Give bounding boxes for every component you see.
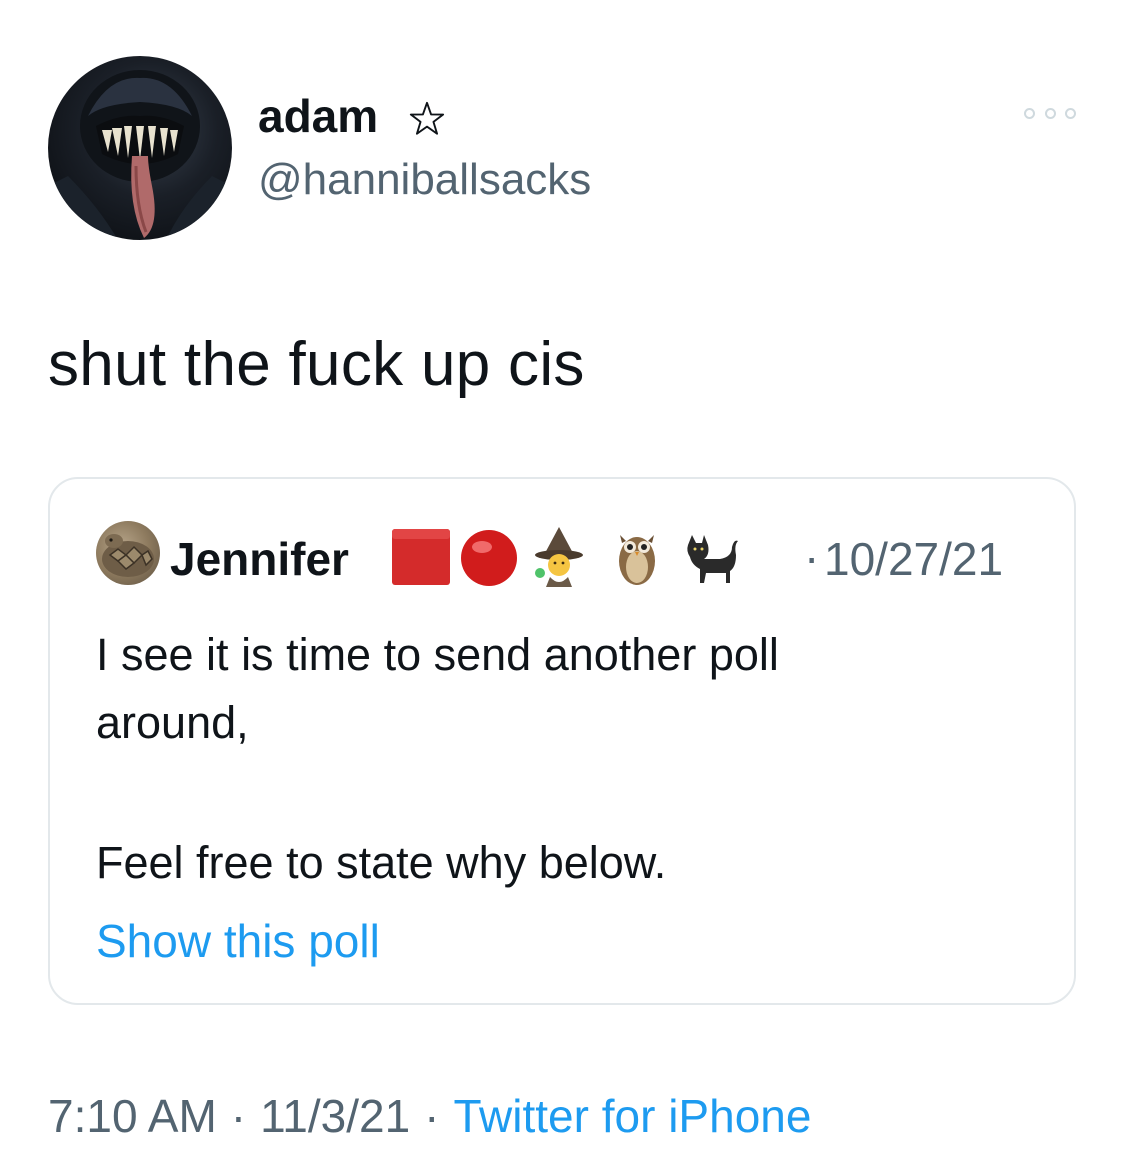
author-avatar[interactable] bbox=[48, 56, 232, 240]
tweet-metadata: 7:10 AM · 11/3/21 · Twitter for iPhone bbox=[48, 1086, 811, 1146]
author-display-name[interactable]: adam bbox=[258, 88, 378, 144]
quoted-display-name: Jennifer bbox=[170, 533, 349, 585]
mage-emoji bbox=[528, 525, 590, 587]
red-square-emoji bbox=[390, 525, 452, 587]
black-cat-emoji bbox=[680, 525, 742, 587]
author-handle[interactable]: @hanniballsacks bbox=[258, 152, 591, 208]
dot bbox=[1044, 107, 1056, 119]
quoted-date[interactable]: 10/27/21 bbox=[824, 531, 1003, 587]
dot bbox=[1024, 107, 1035, 119]
quoted-author-avatar bbox=[96, 521, 160, 585]
owl-emoji bbox=[606, 525, 668, 587]
dot bbox=[1065, 107, 1076, 119]
tweet-text: shut the fuck up cis bbox=[48, 330, 585, 399]
tweet-date[interactable]: 11/3/21 bbox=[260, 1090, 410, 1142]
separator: · bbox=[230, 1090, 247, 1142]
star-outline-icon bbox=[408, 100, 446, 138]
quoted-text-line: I see it is time to send another poll bbox=[96, 629, 779, 680]
quoted-text-line: around, bbox=[96, 697, 249, 748]
red-circle-emoji bbox=[458, 525, 520, 587]
show-poll-link[interactable]: Show this poll bbox=[96, 909, 380, 973]
tweet-source-link[interactable]: Twitter for iPhone bbox=[454, 1090, 812, 1142]
quoted-separator: · bbox=[804, 531, 820, 583]
quoted-tweet-card[interactable]: Jennifer · 10/27/21 I see it is time to … bbox=[48, 477, 1076, 1005]
separator: · bbox=[424, 1090, 440, 1142]
quoted-text-line: Feel free to state why below. bbox=[96, 837, 667, 888]
tweet-time[interactable]: 7:10 AM bbox=[48, 1090, 217, 1142]
more-dots-icon[interactable] bbox=[1024, 98, 1076, 128]
